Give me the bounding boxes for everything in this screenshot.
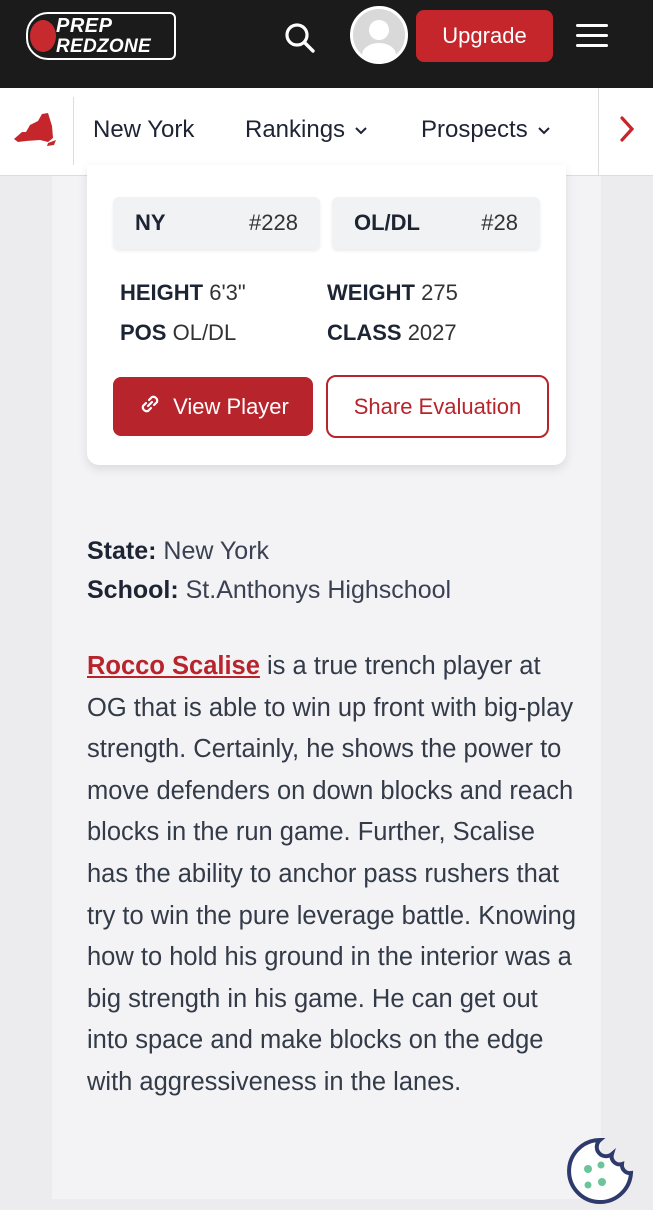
nav-scroll-right-button[interactable] xyxy=(598,88,653,175)
hamburger-menu-icon[interactable] xyxy=(576,22,610,50)
chevron-right-icon xyxy=(619,116,635,147)
nav-divider xyxy=(73,97,74,165)
player-name-link[interactable]: Rocco Scalise xyxy=(87,652,260,680)
school-detail: School: St.Anthonys Highschool xyxy=(87,576,451,605)
nav-item-label: New York xyxy=(93,116,195,143)
cookie-settings-icon[interactable] xyxy=(566,1137,634,1205)
weight-attribute: WEIGHT 275 xyxy=(327,280,458,306)
upgrade-button[interactable]: Upgrade xyxy=(416,10,553,62)
nav-item-label: Rankings xyxy=(245,116,346,143)
position-rank-label: OL/DL xyxy=(354,210,420,235)
view-player-button[interactable]: View Player xyxy=(113,377,313,436)
height-value: 6'3" xyxy=(209,280,246,305)
school-detail-value: St.Anthonys Highschool xyxy=(185,576,452,604)
class-value: 2027 xyxy=(407,320,457,345)
weight-label: WEIGHT xyxy=(327,280,415,305)
state-rank-value: #228 xyxy=(249,210,298,235)
class-label: CLASS xyxy=(327,320,402,345)
evaluation-text: is a true trench player at OG that is ab… xyxy=(87,652,577,1096)
chevron-down-icon xyxy=(355,122,367,138)
share-evaluation-button[interactable]: Share Evaluation xyxy=(326,375,549,438)
state-detail: State: New York xyxy=(87,537,269,566)
view-player-label: View Player xyxy=(173,393,289,419)
state-rank-box: NY #228 xyxy=(113,197,320,249)
height-attribute: HEIGHT 6'3" xyxy=(120,280,246,306)
class-attribute: CLASS 2027 xyxy=(327,320,457,346)
school-detail-label: School: xyxy=(87,576,179,604)
position-rank-box: OL/DL #28 xyxy=(332,197,540,249)
state-detail-label: State: xyxy=(87,537,157,565)
weight-value: 275 xyxy=(421,280,458,305)
top-bar: PREP REDZONE Upgrade xyxy=(0,0,653,88)
nav-item-new-york[interactable]: New York xyxy=(93,116,194,144)
logo-text-redzone: REDZONE xyxy=(56,36,151,57)
nav-item-prospects[interactable]: Prospects xyxy=(421,116,550,144)
chevron-down-icon xyxy=(538,122,550,138)
new-york-state-icon[interactable] xyxy=(12,112,58,155)
avatar[interactable] xyxy=(350,6,408,64)
football-icon xyxy=(30,20,56,52)
height-label: HEIGHT xyxy=(120,280,204,305)
nav-item-label: Prospects xyxy=(421,116,528,143)
logo-text-prep: PREP xyxy=(56,15,113,37)
pos-value: OL/DL xyxy=(172,320,237,345)
state-detail-value: New York xyxy=(163,537,270,565)
nav-item-rankings[interactable]: Rankings xyxy=(245,116,367,144)
prep-redzone-logo[interactable]: PREP REDZONE xyxy=(26,12,176,62)
search-icon[interactable] xyxy=(282,20,318,56)
position-attribute: POS OL/DL xyxy=(120,320,236,346)
link-icon xyxy=(137,391,163,423)
position-rank-value: #28 xyxy=(481,210,518,235)
state-rank-label: NY xyxy=(135,210,166,235)
evaluation-paragraph: Rocco Scalise is a true trench player at… xyxy=(87,646,577,1104)
pos-label: POS xyxy=(120,320,167,345)
